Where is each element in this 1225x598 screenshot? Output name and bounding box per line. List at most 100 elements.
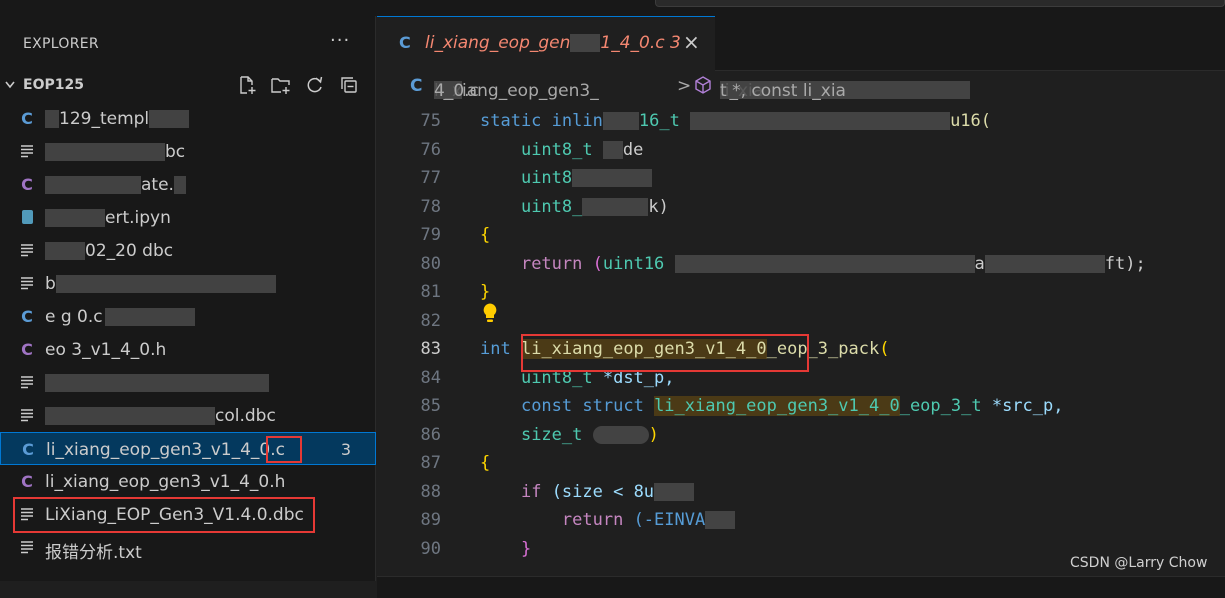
file-item[interactable]: C e g 0.c	[0, 300, 376, 333]
line-number: 82	[420, 311, 441, 331]
highlight-box	[521, 334, 809, 372]
breadcrumb: C li_xiang_eop_gen3_4_0.c > li_xiat *, c…	[377, 71, 1225, 101]
file-name: li_xiang_eop_gen3_v1_4_0.c	[46, 440, 285, 460]
breadcrumb-symbol-tail: t *, const li_xia	[720, 81, 846, 101]
line-number: 79	[420, 225, 441, 245]
line-number: 90	[420, 539, 441, 559]
line-number: 76	[420, 140, 441, 160]
file-name: li_xiang_eop_gen3_v1_4_0.h	[45, 472, 286, 492]
editor-area: C li_xiang_eop_gen 1_4_0.c 3 × C li_xiang…	[377, 16, 1225, 598]
code-line: size_t )	[520, 425, 659, 445]
workspace-section-header[interactable]: EOP125	[0, 74, 376, 100]
file-name: ert.ipyn	[105, 208, 171, 228]
code-line: return (uint16 a ft);	[520, 254, 1146, 274]
new-folder-icon[interactable]	[270, 74, 292, 96]
text-file-icon	[19, 538, 35, 556]
refresh-icon[interactable]	[304, 74, 326, 96]
symbol-method-icon	[694, 75, 712, 100]
more-actions-button[interactable]: ···	[330, 30, 350, 51]
editor-tab-active[interactable]: C li_xiang_eop_gen 1_4_0.c 3 ×	[377, 16, 715, 71]
collapse-all-icon[interactable]	[338, 74, 360, 96]
file-name: eo 3_v1_4_0.h	[45, 340, 167, 360]
code-line: }	[480, 282, 491, 302]
c-file-icon: C	[21, 306, 33, 326]
line-number: 87	[420, 453, 441, 473]
file-name: 129_templ	[59, 109, 150, 129]
line-number: 80	[420, 254, 441, 274]
line-number: 78	[420, 197, 441, 217]
breadcrumb-file-tail: 4_0.c	[434, 81, 479, 101]
code-line: if (size < 8u	[480, 482, 695, 502]
chevron-down-icon	[4, 77, 16, 97]
line-number: 84	[420, 368, 441, 388]
line-number: 86	[420, 425, 441, 445]
file-item[interactable]: bc	[0, 135, 376, 168]
file-item[interactable]: 02_20 dbc	[0, 234, 376, 267]
line-number: 89	[420, 510, 441, 530]
c-file-icon: C	[21, 174, 33, 194]
code-line: }	[520, 539, 532, 559]
explorer-title: EXPLORER	[23, 36, 99, 52]
line-number: 85	[420, 396, 441, 416]
panel-tab-bar	[377, 576, 1225, 598]
file-name: col.dbc	[215, 406, 276, 426]
c-header-file-icon: C	[21, 471, 33, 491]
file-item[interactable]: b	[0, 267, 376, 300]
close-icon[interactable]: ×	[683, 30, 700, 54]
c-file-icon: C	[410, 76, 423, 96]
file-name: e g 0.c	[45, 307, 103, 327]
line-number: 81	[420, 282, 441, 302]
code-editor[interactable]: 75 76 77 78 79 80 81 82 83 84 85 86 87 8…	[377, 106, 1225, 576]
file-name: bc	[165, 142, 186, 162]
file-item[interactable]: C ate.	[0, 168, 376, 201]
tab-label: li_xiang_eop_gen	[425, 33, 571, 53]
file-item[interactable]: 报错分析.txt	[0, 531, 376, 564]
code-line: uint8	[480, 168, 653, 188]
tab-problems-count: 3	[670, 33, 681, 53]
line-number: 75	[420, 111, 441, 131]
file-item[interactable]: C 129_templ	[0, 102, 376, 135]
tab-label-tail: 1_4_0.c	[600, 33, 665, 53]
file-item[interactable]: C eo 3_v1_4_0.h	[0, 333, 376, 366]
highlight-box	[13, 497, 315, 533]
c-header-file-icon: C	[21, 339, 33, 359]
text-file-icon	[19, 241, 35, 259]
file-item[interactable]	[0, 366, 376, 399]
c-file-icon: C	[22, 439, 34, 459]
file-name: 02_20 dbc	[85, 241, 174, 261]
problems-count-badge: 3	[340, 440, 351, 459]
code-line: const struct li_xiang_eop_gen3_v1_4_0_eo…	[520, 396, 1064, 416]
struct-name-highlight: li_xiang_eop_gen3_v1_4_0	[654, 396, 900, 416]
c-file-icon: C	[399, 33, 411, 52]
title-bar	[0, 0, 1225, 16]
command-center[interactable]	[655, 0, 1225, 7]
file-item[interactable]: col.dbc	[0, 399, 376, 432]
code-line: {	[480, 225, 491, 245]
file-name: b	[45, 274, 56, 294]
code-line: uint8_ k)	[520, 197, 669, 217]
file-item[interactable]: ert.ipyn	[0, 201, 376, 234]
code-line: uint8_t de	[520, 140, 644, 160]
line-number: 88	[420, 482, 441, 502]
watermark: CSDN @Larry Chow	[1070, 555, 1208, 571]
text-file-icon	[19, 142, 35, 160]
file-name: ate.	[141, 175, 174, 195]
new-file-icon[interactable]	[236, 74, 258, 96]
file-name: 报错分析.txt	[45, 543, 142, 563]
highlight-box	[266, 436, 302, 463]
tab-bar: C li_xiang_eop_gen 1_4_0.c 3 ×	[377, 16, 1225, 71]
file-tree: C 129_templ bc C ate. ert.ipyn 02_20 dbc…	[0, 102, 376, 564]
explorer-sidebar: EXPLORER ··· EOP125 C 129_templ bc C ate…	[0, 16, 376, 581]
file-item-selected[interactable]: C li_xiang_eop_gen3_v1_4_0.c 3	[0, 432, 376, 465]
lightbulb-icon[interactable]	[481, 302, 499, 324]
file-item[interactable]: LiXiang_EOP_Gen3_V1.4.0.dbc	[0, 497, 376, 533]
line-number: 77	[420, 168, 441, 188]
code-line: static inlin 16_t u16(	[480, 111, 992, 131]
breadcrumb-separator: >	[677, 76, 692, 96]
file-item[interactable]: C li_xiang_eop_gen3_v1_4_0.h	[0, 465, 376, 498]
code-line: return (-EINVA	[480, 510, 736, 530]
text-file-icon	[19, 373, 35, 391]
notebook-file-icon	[19, 208, 35, 226]
text-file-icon	[19, 406, 35, 424]
text-file-icon	[19, 274, 35, 292]
